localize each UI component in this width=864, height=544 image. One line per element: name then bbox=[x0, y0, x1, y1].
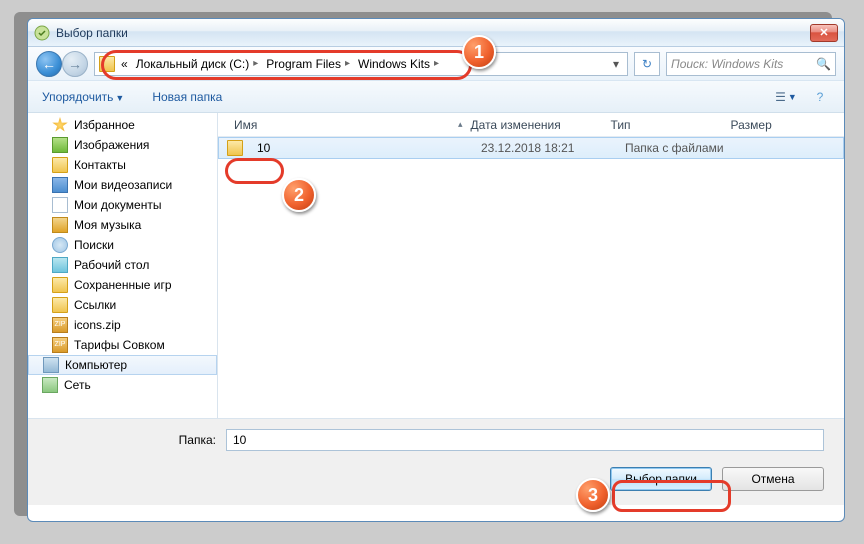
cancel-button[interactable]: Отмена bbox=[722, 467, 824, 491]
sidebar-item[interactable]: Избранное bbox=[28, 115, 217, 135]
sidebar-item[interactable]: Сохраненные игр bbox=[28, 275, 217, 295]
zip-icon: ZIP bbox=[52, 337, 68, 353]
sidebar[interactable]: Избранное Изображения Контакты Мои видео… bbox=[28, 113, 218, 418]
sidebar-item[interactable]: ZIPТарифы Совком bbox=[28, 335, 217, 355]
search-input[interactable]: Поиск: Windows Kits 🔍 bbox=[666, 52, 836, 76]
forward-button[interactable]: → bbox=[62, 51, 88, 77]
view-options-icon[interactable]: ☰ ▼ bbox=[776, 88, 796, 106]
sidebar-item[interactable]: ZIPicons.zip bbox=[28, 315, 217, 335]
computer-icon bbox=[43, 357, 59, 373]
file-type: Папка с файлами bbox=[617, 141, 732, 155]
refresh-button[interactable]: ↻ bbox=[634, 52, 660, 76]
sidebar-item[interactable]: Мои документы bbox=[28, 195, 217, 215]
organize-menu[interactable]: Упорядочить▼ bbox=[42, 90, 124, 104]
col-name[interactable]: Имя bbox=[226, 118, 458, 132]
sidebar-item-computer[interactable]: Компьютер bbox=[28, 355, 217, 375]
column-headers[interactable]: Имя ▴ Дата изменения Тип Размер bbox=[218, 113, 844, 137]
col-type[interactable]: Тип bbox=[603, 118, 723, 132]
title-bar: Выбор папки ✕ bbox=[28, 19, 844, 47]
chevron-down-icon: ▼ bbox=[115, 93, 124, 103]
window-title: Выбор папки bbox=[56, 26, 810, 40]
help-icon[interactable]: ? bbox=[810, 88, 830, 106]
desktop-icon bbox=[52, 257, 68, 273]
sidebar-item[interactable]: Моя музыка bbox=[28, 215, 217, 235]
file-list: Имя ▴ Дата изменения Тип Размер 10 23.12… bbox=[218, 113, 844, 418]
sidebar-item[interactable]: Поиски bbox=[28, 235, 217, 255]
network-icon bbox=[42, 377, 58, 393]
search-folder-icon bbox=[52, 237, 68, 253]
star-icon bbox=[52, 117, 68, 133]
search-placeholder: Поиск: Windows Kits bbox=[671, 57, 783, 71]
col-date[interactable]: Дата изменения bbox=[463, 118, 603, 132]
folder-icon bbox=[52, 277, 68, 293]
zip-icon: ZIP bbox=[52, 317, 68, 333]
music-icon bbox=[52, 217, 68, 233]
col-size[interactable]: Размер bbox=[723, 118, 780, 132]
new-folder-button[interactable]: Новая папка bbox=[152, 90, 222, 104]
document-icon bbox=[52, 197, 68, 213]
sidebar-item[interactable]: Контакты bbox=[28, 155, 217, 175]
sidebar-item[interactable]: Ссылки bbox=[28, 295, 217, 315]
file-date: 23.12.2018 18:21 bbox=[473, 141, 617, 155]
sidebar-item[interactable]: Изображения bbox=[28, 135, 217, 155]
back-button[interactable]: ← bbox=[36, 51, 62, 77]
folder-name-input[interactable] bbox=[226, 429, 824, 451]
sidebar-item[interactable]: Сеть bbox=[28, 375, 217, 395]
folder-icon bbox=[52, 157, 68, 173]
video-icon bbox=[52, 177, 68, 193]
close-button[interactable]: ✕ bbox=[810, 24, 838, 42]
file-name: 10 bbox=[249, 141, 473, 155]
app-icon bbox=[34, 25, 50, 41]
folder-picker-dialog: Выбор папки ✕ ← → « Локальный диск (C:)▸… bbox=[27, 18, 845, 522]
sidebar-item[interactable]: Рабочий стол bbox=[28, 255, 217, 275]
file-row[interactable]: 10 23.12.2018 18:21 Папка с файлами bbox=[218, 137, 844, 159]
folder-icon bbox=[52, 297, 68, 313]
toolbar: Упорядочить▼ Новая папка ☰ ▼ ? bbox=[28, 81, 844, 113]
folder-icon bbox=[227, 140, 243, 156]
sidebar-item[interactable]: Мои видеозаписи bbox=[28, 175, 217, 195]
folder-label: Папка: bbox=[48, 433, 216, 447]
address-dropdown-icon[interactable]: ▾ bbox=[609, 57, 623, 71]
search-icon: 🔍 bbox=[816, 57, 831, 71]
images-icon bbox=[52, 137, 68, 153]
